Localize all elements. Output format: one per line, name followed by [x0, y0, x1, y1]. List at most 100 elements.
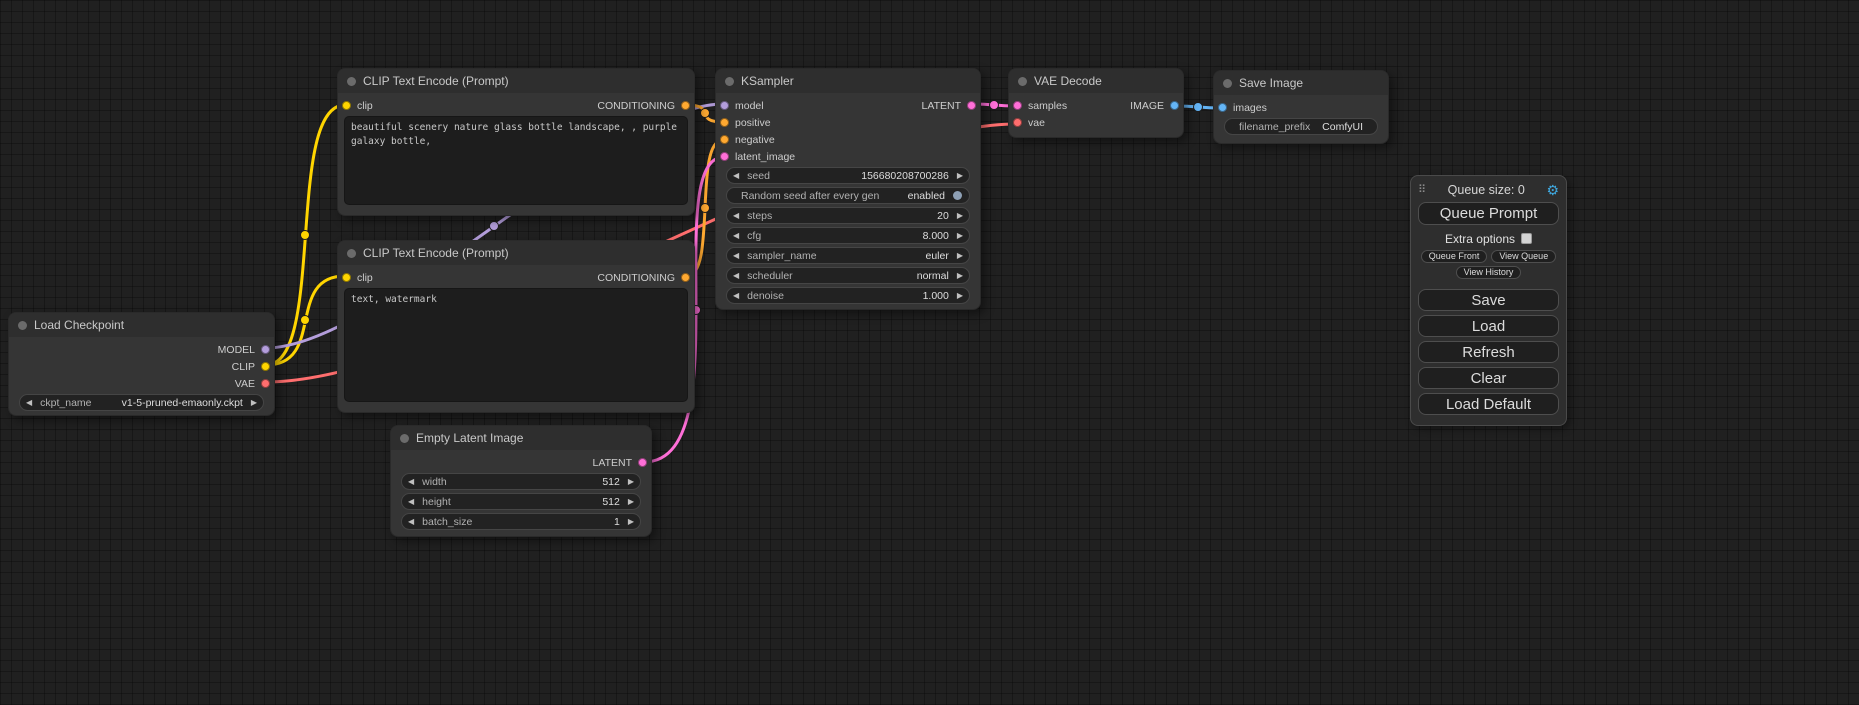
output-port-model[interactable]: MODEL [218, 344, 274, 356]
widget-filename-prefix[interactable]: filename_prefix ComfyUI [1224, 118, 1378, 135]
latent-port-icon[interactable] [720, 152, 729, 161]
input-port-clip[interactable]: clip [338, 100, 373, 112]
input-port-latent-image[interactable]: latent_image [716, 151, 795, 163]
decrement-arrow-icon[interactable]: ◀ [733, 252, 739, 260]
increment-arrow-icon[interactable]: ▶ [251, 399, 257, 407]
node-graph-canvas[interactable]: Load Checkpoint MODEL CLIP VAE [0, 0, 1859, 705]
widget-random-seed-toggle[interactable]: Random seed after every gen enabled [726, 187, 970, 204]
node-ksampler[interactable]: KSampler model LATENT positive [715, 68, 981, 310]
view-history-button[interactable]: View History [1456, 266, 1522, 279]
output-port-clip[interactable]: CLIP [232, 361, 274, 373]
output-port-latent[interactable]: LATENT [593, 457, 651, 469]
increment-arrow-icon[interactable]: ▶ [957, 292, 963, 300]
decrement-arrow-icon[interactable]: ◀ [26, 399, 32, 407]
output-port-conditioning[interactable]: CONDITIONING [597, 272, 694, 284]
vae-port-icon[interactable] [261, 379, 270, 388]
collapse-icon[interactable] [400, 434, 409, 443]
increment-arrow-icon[interactable]: ▶ [957, 252, 963, 260]
increment-arrow-icon[interactable]: ▶ [957, 232, 963, 240]
decrement-arrow-icon[interactable]: ◀ [733, 172, 739, 180]
collapse-icon[interactable] [1018, 77, 1027, 86]
node-load-checkpoint[interactable]: Load Checkpoint MODEL CLIP VAE [8, 312, 275, 416]
increment-arrow-icon[interactable]: ▶ [957, 172, 963, 180]
collapse-icon[interactable] [18, 321, 27, 330]
input-port-positive[interactable]: positive [716, 117, 771, 129]
node-empty-latent-image[interactable]: Empty Latent Image LATENT ◀ width 512 ▶ … [390, 425, 652, 537]
latent-port-icon[interactable] [967, 101, 976, 110]
vae-port-icon[interactable] [1013, 118, 1022, 127]
node-title-bar[interactable]: CLIP Text Encode (Prompt) [338, 69, 694, 93]
widget-ckpt-name[interactable]: ◀ ckpt_name v1-5-pruned-emaonly.ckpt ▶ [19, 394, 264, 411]
decrement-arrow-icon[interactable]: ◀ [733, 292, 739, 300]
output-port-latent[interactable]: LATENT [922, 100, 980, 112]
input-port-vae[interactable]: vae [1009, 117, 1045, 129]
latent-port-icon[interactable] [638, 458, 647, 467]
widget-height[interactable]: ◀ height 512 ▶ [401, 493, 641, 510]
increment-arrow-icon[interactable]: ▶ [628, 498, 634, 506]
collapse-icon[interactable] [347, 77, 356, 86]
output-port-conditioning[interactable]: CONDITIONING [597, 100, 694, 112]
output-port-vae[interactable]: VAE [235, 378, 274, 390]
negative-prompt-textarea[interactable]: text, watermark [344, 288, 688, 402]
node-clip-text-encode-positive[interactable]: CLIP Text Encode (Prompt) clip CONDITION… [337, 68, 695, 216]
decrement-arrow-icon[interactable]: ◀ [408, 478, 414, 486]
node-title-bar[interactable]: Save Image [1214, 71, 1388, 95]
load-button[interactable]: Load [1418, 315, 1559, 337]
input-port-images[interactable]: images [1214, 102, 1267, 114]
decrement-arrow-icon[interactable]: ◀ [733, 232, 739, 240]
node-title-bar[interactable]: KSampler [716, 69, 980, 93]
toggle-dot-icon[interactable] [953, 191, 962, 200]
widget-width[interactable]: ◀ width 512 ▶ [401, 473, 641, 490]
output-port-image[interactable]: IMAGE [1130, 100, 1183, 112]
refresh-button[interactable]: Refresh [1418, 341, 1559, 363]
conditioning-port-icon[interactable] [681, 101, 690, 110]
widget-denoise[interactable]: ◀ denoise 1.000 ▶ [726, 287, 970, 304]
clear-button[interactable]: Clear [1418, 367, 1559, 389]
input-port-negative[interactable]: negative [716, 134, 775, 146]
clip-port-icon[interactable] [261, 362, 270, 371]
input-port-samples[interactable]: samples [1009, 100, 1067, 112]
extra-options-checkbox[interactable] [1521, 233, 1532, 244]
collapse-icon[interactable] [347, 249, 356, 258]
model-port-icon[interactable] [261, 345, 270, 354]
settings-gear-icon[interactable]: ⚙ [1546, 183, 1559, 197]
input-port-model[interactable]: model [716, 100, 764, 112]
model-port-icon[interactable] [720, 101, 729, 110]
save-button[interactable]: Save [1418, 289, 1559, 311]
queue-front-button[interactable]: Queue Front [1421, 250, 1488, 263]
node-save-image[interactable]: Save Image images filename_prefix ComfyU… [1213, 70, 1389, 144]
input-port-clip[interactable]: clip [338, 272, 373, 284]
clip-port-icon[interactable] [342, 101, 351, 110]
node-title-bar[interactable]: Empty Latent Image [391, 426, 651, 450]
widget-cfg[interactable]: ◀ cfg 8.000 ▶ [726, 227, 970, 244]
positive-prompt-textarea[interactable]: beautiful scenery nature glass bottle la… [344, 116, 688, 205]
decrement-arrow-icon[interactable]: ◀ [408, 498, 414, 506]
widget-scheduler[interactable]: ◀ scheduler normal ▶ [726, 267, 970, 284]
widget-sampler-name[interactable]: ◀ sampler_name euler ▶ [726, 247, 970, 264]
node-vae-decode[interactable]: VAE Decode samples IMAGE vae [1008, 68, 1184, 138]
increment-arrow-icon[interactable]: ▶ [957, 272, 963, 280]
increment-arrow-icon[interactable]: ▶ [628, 518, 634, 526]
conditioning-port-icon[interactable] [720, 135, 729, 144]
increment-arrow-icon[interactable]: ▶ [628, 478, 634, 486]
latent-port-icon[interactable] [1013, 101, 1022, 110]
drag-handle-icon[interactable]: ⠿ [1418, 183, 1426, 196]
widget-seed[interactable]: ◀ seed 156680208700286 ▶ [726, 167, 970, 184]
image-port-icon[interactable] [1218, 103, 1227, 112]
conditioning-port-icon[interactable] [681, 273, 690, 282]
view-queue-button[interactable]: View Queue [1491, 250, 1556, 263]
node-title-bar[interactable]: CLIP Text Encode (Prompt) [338, 241, 694, 265]
node-title-bar[interactable]: Load Checkpoint [9, 313, 274, 337]
collapse-icon[interactable] [1223, 79, 1232, 88]
queue-prompt-button[interactable]: Queue Prompt [1418, 202, 1559, 225]
decrement-arrow-icon[interactable]: ◀ [733, 212, 739, 220]
load-default-button[interactable]: Load Default [1418, 393, 1559, 415]
conditioning-port-icon[interactable] [720, 118, 729, 127]
clip-port-icon[interactable] [342, 273, 351, 282]
image-port-icon[interactable] [1170, 101, 1179, 110]
decrement-arrow-icon[interactable]: ◀ [733, 272, 739, 280]
collapse-icon[interactable] [725, 77, 734, 86]
node-clip-text-encode-negative[interactable]: CLIP Text Encode (Prompt) clip CONDITION… [337, 240, 695, 413]
widget-batch-size[interactable]: ◀ batch_size 1 ▶ [401, 513, 641, 530]
decrement-arrow-icon[interactable]: ◀ [408, 518, 414, 526]
